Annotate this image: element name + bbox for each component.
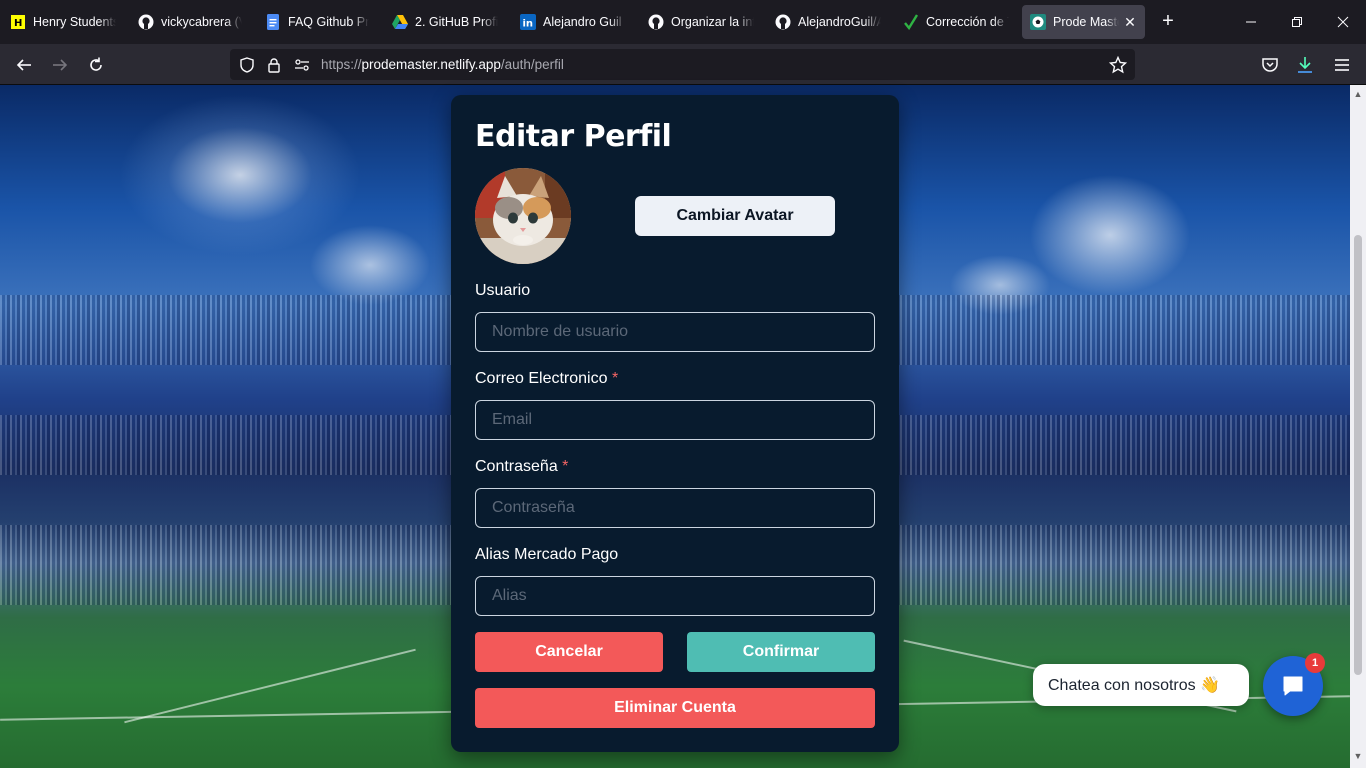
svg-text:in: in (523, 19, 534, 30)
tab-title: FAQ Github Prof (288, 15, 369, 29)
minimize-window-button[interactable] (1241, 12, 1261, 32)
alias-label-text: Alias Mercado Pago (475, 546, 619, 563)
downloads-button[interactable] (1292, 52, 1318, 78)
back-arrow-icon (16, 59, 31, 71)
scrollbar-thumb[interactable] (1354, 235, 1362, 675)
henry-logo-icon: H (10, 14, 26, 30)
tab-organizar[interactable]: Organizar la info (640, 5, 762, 39)
page-scrollbar[interactable]: ▲ ▼ (1350, 85, 1366, 768)
browser-tab-strip: H Henry Students vickycabrera (Vi FAQ Gi… (0, 0, 1366, 44)
forward-arrow-icon (53, 59, 68, 71)
bookmark-star-icon[interactable] (1109, 56, 1127, 74)
email-label-text: Correo Electronico (475, 370, 608, 387)
checkmark-icon (903, 14, 919, 30)
kitten-avatar-image (475, 168, 571, 264)
username-label: Usuario (475, 282, 530, 300)
chat-greeting-bubble[interactable]: Chatea con nosotros 👋 (1033, 664, 1249, 706)
tab-vickycabrera[interactable]: vickycabrera (Vi (130, 5, 250, 39)
alias-field[interactable] (475, 576, 875, 616)
unread-count-badge: 1 (1305, 653, 1325, 673)
password-label-text: Contraseña (475, 458, 558, 475)
tab-henry-students[interactable]: H Henry Students (2, 5, 124, 39)
hamburger-menu-icon (1335, 59, 1349, 71)
reload-button[interactable] (83, 52, 109, 78)
alias-label: Alias Mercado Pago (475, 546, 618, 564)
url-text[interactable]: https://prodemaster.netlify.app/auth/per… (321, 57, 564, 72)
cancel-button[interactable]: Cancelar (475, 632, 663, 672)
browser-navigation-bar: https://prodemaster.netlify.app/auth/per… (0, 44, 1366, 85)
tab-title: 2. GitHuB Profile (415, 15, 498, 29)
url-path: /auth/perfil (500, 57, 564, 72)
reload-icon (90, 57, 102, 71)
change-avatar-button[interactable]: Cambiar Avatar (635, 196, 835, 236)
email-label: Correo Electronico * (475, 370, 618, 388)
tab-title: Organizar la info (671, 15, 754, 29)
password-label: Contraseña * (475, 458, 568, 476)
soccer-ball-icon (1030, 14, 1046, 30)
required-marker: * (562, 458, 569, 475)
delete-account-button[interactable]: Eliminar Cuenta (475, 688, 875, 728)
back-button[interactable] (11, 52, 37, 78)
username-field[interactable] (475, 312, 875, 352)
tab-title: Alejandro Guil | (543, 15, 626, 29)
github-icon (775, 14, 791, 30)
google-docs-icon (265, 14, 281, 30)
url-host: prodemaster.netlify.app (361, 57, 501, 72)
close-tab-icon[interactable]: ✕ (1123, 14, 1137, 31)
tab-title: Henry Students (33, 15, 116, 29)
page-title: Editar Perfil (475, 119, 672, 154)
forward-button[interactable] (47, 52, 73, 78)
google-drive-icon (392, 14, 408, 30)
restore-window-button[interactable] (1287, 12, 1307, 32)
tab-title: Prode Master (1053, 15, 1119, 29)
tab-title: Corrección de T (926, 15, 1009, 29)
chat-icon (1283, 676, 1303, 696)
svg-text:H: H (14, 18, 22, 29)
github-icon (138, 14, 154, 30)
required-marker: * (611, 370, 619, 387)
site-permissions-icon[interactable] (293, 56, 311, 74)
new-tab-button[interactable]: + (1156, 10, 1180, 34)
password-field[interactable] (475, 488, 875, 528)
scroll-down-arrow-icon[interactable]: ▼ (1353, 751, 1363, 761)
tab-title: AlejandroGuil/A (798, 15, 881, 29)
tracking-shield-icon[interactable] (238, 56, 256, 74)
github-icon (648, 14, 664, 30)
tab-alejandroguil-repo[interactable]: AlejandroGuil/A (767, 5, 889, 39)
linkedin-icon: in (520, 14, 536, 30)
close-window-button[interactable] (1333, 12, 1353, 32)
confirm-button[interactable]: Confirmar (687, 632, 875, 672)
tab-faq-github[interactable]: FAQ Github Prof (257, 5, 377, 39)
pocket-icon (1262, 58, 1278, 72)
url-scheme: https:// (321, 57, 362, 72)
padlock-icon[interactable] (265, 56, 283, 74)
scroll-up-arrow-icon[interactable]: ▲ (1353, 89, 1363, 99)
chat-greeting-text: Chatea con nosotros 👋 (1048, 677, 1221, 694)
pocket-button[interactable] (1257, 52, 1283, 78)
address-bar[interactable]: https://prodemaster.netlify.app/auth/per… (230, 49, 1135, 80)
edit-profile-card: Editar Perfil Cambiar Avatar Usuario Cor… (451, 95, 899, 752)
avatar (475, 168, 571, 264)
tab-title: vickycabrera (Vi (161, 15, 242, 29)
username-label-text: Usuario (475, 282, 531, 299)
download-icon (1298, 57, 1312, 73)
tab-linkedin[interactable]: in Alejandro Guil | (512, 5, 634, 39)
tab-github-profile[interactable]: 2. GitHuB Profile (384, 5, 506, 39)
tab-correccion[interactable]: Corrección de T (895, 5, 1017, 39)
email-field[interactable] (475, 400, 875, 440)
app-menu-button[interactable] (1329, 52, 1355, 78)
tab-prode-master[interactable]: Prode Master ✕ (1022, 5, 1145, 39)
